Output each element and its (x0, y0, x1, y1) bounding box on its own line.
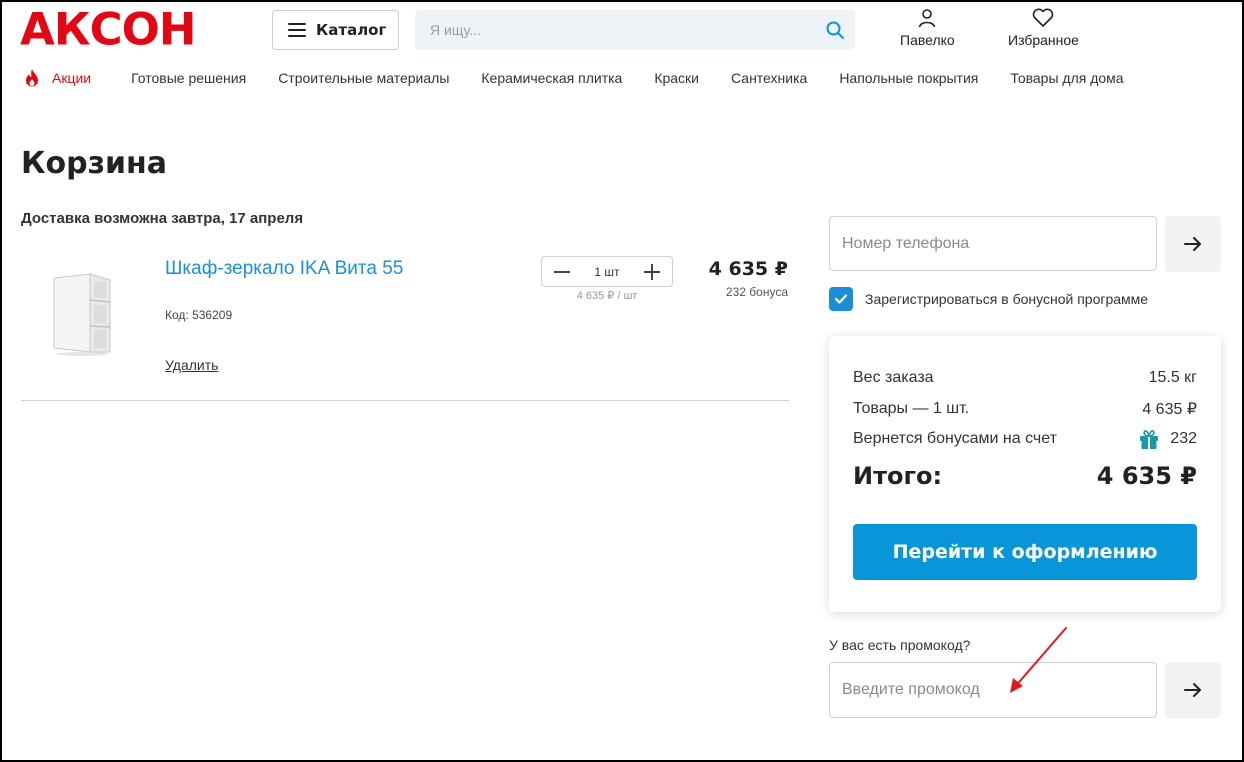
bonus-label: Вернется бонусами на счет (853, 430, 1057, 447)
arrow-right-icon (1184, 683, 1201, 697)
check-icon (834, 294, 848, 304)
favorites-label: Избранное (1008, 32, 1079, 48)
menu-icon (288, 23, 306, 37)
nav-item-ceramic-tiles[interactable]: Керамическая плитка (481, 70, 622, 86)
order-summary-card: Вес заказа 15.5 кг Товары — 1 шт. 4 635 … (829, 336, 1221, 612)
summary-row-total: Итого: 4 635 ₽ (853, 462, 1197, 490)
profile-label: Павелко (900, 32, 955, 48)
arrow-right-icon (1184, 237, 1201, 251)
search-icon[interactable] (825, 20, 845, 40)
summary-row-weight: Вес заказа 15.5 кг (853, 369, 1197, 387)
nav-item-sale[interactable]: Акции (24, 68, 91, 88)
bonus-register-checkbox[interactable] (829, 287, 853, 311)
weight-value: 15.5 кг (1148, 369, 1197, 386)
summary-row-goods: Товары — 1 шт. 4 635 ₽ (853, 399, 1197, 419)
goods-label: Товары — 1 шт. (853, 400, 970, 417)
checkout-button[interactable]: Перейти к оформлению (853, 524, 1197, 580)
promo-input[interactable] (830, 663, 1156, 717)
unit-price: 4 635 ₽ / шт (576, 290, 638, 302)
item-price: 4 635 ₽ (708, 258, 788, 280)
product-code: Код: 536209 (165, 308, 233, 322)
nav-item-flooring[interactable]: Напольные покрытия (839, 70, 978, 86)
nav-item-building-materials[interactable]: Строительные материалы (278, 70, 449, 86)
logo-text: АКСОН (20, 3, 197, 56)
bonus-register-label[interactable]: Зарегистрироваться в бонусной программе (865, 291, 1148, 307)
user-icon (919, 9, 936, 28)
heart-icon (1033, 8, 1054, 27)
nav-item-label: Акции (52, 70, 92, 86)
quantity-stepper: 1 шт (541, 256, 673, 287)
goods-value: 4 635 ₽ (1142, 401, 1197, 418)
bonus-value: 232 (1170, 430, 1197, 447)
favorites-button[interactable]: Избранное (1008, 8, 1079, 48)
quantity-value[interactable]: 1 шт (594, 265, 619, 279)
promo-field-wrapper (829, 662, 1157, 718)
plus-icon[interactable] (642, 262, 662, 282)
product-name-link[interactable]: Шкаф-зеркало IKA Вита 55 (165, 258, 403, 280)
page-title: Корзина (21, 146, 168, 181)
item-bonus: 232 бонуса (725, 285, 788, 299)
phone-submit-button[interactable] (1165, 216, 1221, 272)
bonus-value-wrap: 232 (1138, 428, 1197, 450)
delete-link[interactable]: Удалить (165, 357, 218, 373)
weight-label: Вес заказа (853, 369, 934, 386)
summary-row-bonus: Вернется бонусами на счет 232 (853, 428, 1197, 450)
catalog-label: Каталог (316, 21, 387, 39)
search-input[interactable] (415, 10, 855, 50)
gift-icon (1140, 430, 1159, 449)
nav-item-paints[interactable]: Краски (654, 70, 699, 86)
phone-field-wrapper (829, 216, 1157, 271)
promo-submit-button[interactable] (1165, 662, 1221, 718)
total-label: Итого: (853, 462, 943, 490)
product-image[interactable] (50, 272, 114, 356)
total-value: 4 635 ₽ (1096, 462, 1197, 490)
fire-icon (26, 69, 38, 87)
logo[interactable]: АКСОН (20, 3, 197, 56)
profile-button[interactable]: Павелко (900, 8, 955, 48)
category-nav: Акции Готовые решения Строительные матер… (24, 68, 1156, 88)
catalog-button[interactable]: Каталог (272, 10, 399, 50)
minus-icon[interactable] (552, 262, 572, 282)
nav-item-ready-solutions[interactable]: Готовые решения (131, 70, 246, 86)
search-bar (415, 10, 855, 50)
delivery-info: Доставка возможна завтра, 17 апреля (21, 210, 304, 227)
nav-item-plumbing[interactable]: Сантехника (731, 70, 807, 86)
phone-input[interactable] (830, 217, 1156, 270)
promo-question: У вас есть промокод? (829, 637, 971, 653)
divider (21, 400, 789, 401)
nav-item-home-goods[interactable]: Товары для дома (1010, 70, 1123, 86)
